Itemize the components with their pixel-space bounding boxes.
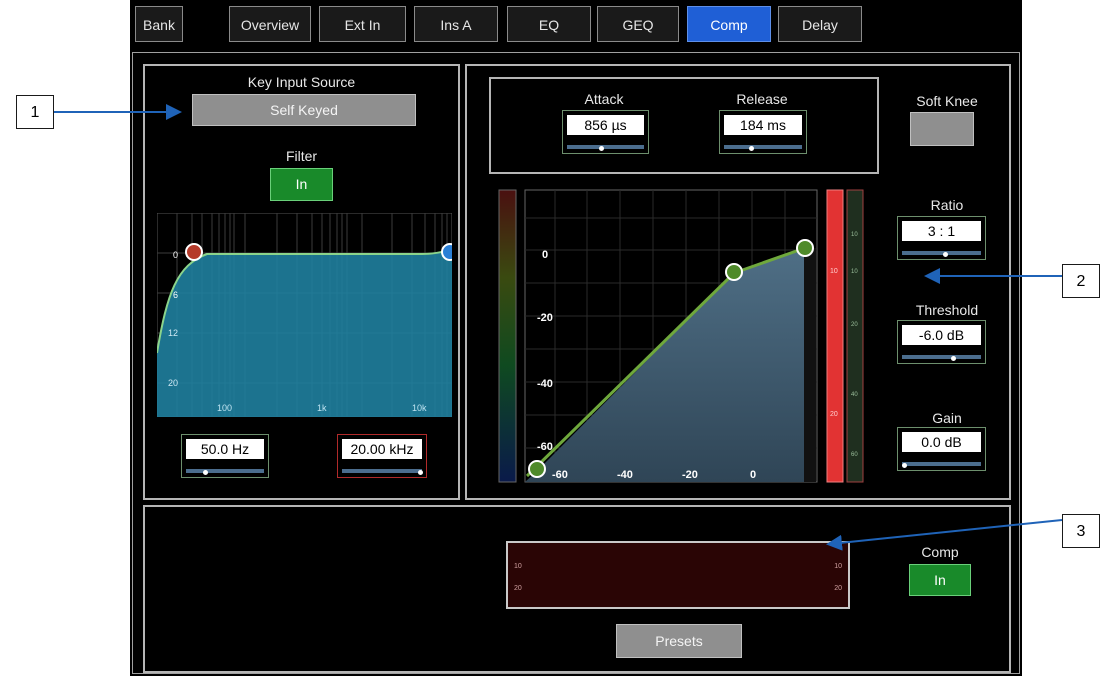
transfer-curve-graph: 0 -20 -40 -60 -60 -40 -20 0 10 20 10 10 …: [498, 189, 864, 483]
x-label-0: 0: [750, 469, 756, 481]
lpf-frequency-control[interactable]: 20.00 kHz: [337, 434, 427, 478]
soft-knee-label: Soft Knee: [916, 93, 978, 109]
gain-control[interactable]: 0.0 dB: [897, 427, 986, 471]
callout-1: 1: [16, 95, 54, 129]
out-meter-label-a: 10: [851, 232, 858, 238]
soft-knee-button[interactable]: [910, 112, 974, 146]
ratio-control[interactable]: 3 : 1: [897, 216, 986, 260]
filter-y-label-6: 6: [173, 290, 178, 300]
gr-meter-label-10: 10: [830, 268, 838, 275]
filter-y-label-0: 0: [173, 250, 178, 260]
input-meter: [498, 189, 517, 483]
tab-overview[interactable]: Overview: [229, 6, 311, 42]
gain-slider-thumb[interactable]: [901, 463, 907, 468]
key-input-label: Key Input Source: [247, 74, 356, 90]
tab-geq[interactable]: GEQ: [597, 6, 679, 42]
filter-y-label-20: 20: [168, 378, 178, 388]
hpf-frequency-value: 50.0 Hz: [186, 439, 264, 459]
out-meter-label-d: 40: [851, 392, 858, 398]
filter-x-label-1k: 1k: [317, 403, 327, 413]
gain-slider-track: [902, 462, 981, 466]
y-label-0: 0: [542, 249, 548, 261]
filter-label: Filter: [285, 148, 318, 164]
gain-reduction-meter-horizontal: 10 20 10 20: [506, 541, 850, 609]
callout-3: 3: [1062, 514, 1100, 548]
gain-value: 0.0 dB: [902, 432, 981, 452]
compressor-panel: Attack 856 µs Release 184 ms Soft Knee 0…: [465, 64, 1011, 500]
hpf-slider-track: [186, 469, 264, 473]
y-label-minus60: -60: [537, 441, 553, 453]
filter-response-graph: 0 6 12 20 100 1k 10k: [157, 213, 452, 417]
lpf-slider-thumb[interactable]: [417, 470, 423, 475]
tab-eq[interactable]: EQ: [507, 6, 591, 42]
ratio-slider-track: [902, 251, 981, 255]
presets-button[interactable]: Presets: [616, 624, 742, 658]
threshold-slider-thumb[interactable]: [950, 356, 956, 361]
attack-label: Attack: [584, 91, 624, 107]
tab-bank[interactable]: Bank: [135, 6, 183, 42]
x-label-minus40: -40: [617, 469, 633, 481]
gain-reduction-meter: [826, 189, 844, 483]
gain-label: Gain: [932, 410, 962, 426]
gr-h-label-right-10: 10: [834, 563, 842, 570]
lpf-handle: [441, 243, 452, 261]
comp-screen: Bank Overview Ext In Ins A EQ GEQ Comp D…: [130, 0, 1022, 676]
curve-start-point: [528, 460, 546, 478]
attack-control[interactable]: 856 µs: [562, 110, 649, 154]
curve-end-point: [796, 239, 814, 257]
gr-meter-label-20: 20: [830, 411, 838, 418]
filter-x-label-10k: 10k: [412, 403, 427, 413]
ratio-label: Ratio: [930, 197, 964, 213]
tab-ins-a[interactable]: Ins A: [414, 6, 498, 42]
gr-h-label-left-10: 10: [514, 563, 522, 570]
comp-in-button[interactable]: In: [909, 564, 971, 596]
out-meter-label-b: 10: [851, 269, 858, 275]
bottom-panel: 10 20 10 20 Comp In Presets: [143, 505, 1011, 673]
out-meter-label-c: 20: [851, 322, 858, 328]
tab-bar: Bank Overview Ext In Ins A EQ GEQ Comp D…: [130, 0, 1022, 48]
timing-box: Attack 856 µs Release 184 ms: [489, 77, 879, 174]
lpf-slider-track: [342, 469, 422, 473]
y-label-minus20: -20: [537, 312, 553, 324]
gr-h-label-right-20: 20: [834, 585, 842, 592]
comp-label: Comp: [921, 544, 959, 560]
ratio-slider-thumb[interactable]: [942, 252, 948, 257]
hpf-handle: [185, 243, 203, 261]
release-label: Release: [736, 91, 788, 107]
release-slider-track: [724, 145, 802, 149]
y-label-minus40: -40: [537, 378, 553, 390]
release-control[interactable]: 184 ms: [719, 110, 807, 154]
filter-y-label-12: 12: [168, 328, 178, 338]
callout-2: 2: [1062, 264, 1100, 298]
filter-x-label-100: 100: [217, 403, 232, 413]
tab-delay[interactable]: Delay: [778, 6, 862, 42]
x-label-minus60: -60: [552, 469, 568, 481]
threshold-control[interactable]: -6.0 dB: [897, 320, 986, 364]
gr-h-label-left-20: 20: [514, 585, 522, 592]
threshold-value: -6.0 dB: [902, 325, 981, 345]
release-slider-thumb[interactable]: [748, 146, 754, 151]
key-input-source-button[interactable]: Self Keyed: [192, 94, 416, 126]
tab-comp[interactable]: Comp: [687, 6, 771, 42]
threshold-point: [725, 263, 743, 281]
ratio-value: 3 : 1: [902, 221, 981, 241]
threshold-slider-track: [902, 355, 981, 359]
x-label-minus20: -20: [682, 469, 698, 481]
threshold-label: Threshold: [915, 302, 979, 318]
filter-curve-fill: [157, 251, 452, 417]
attack-slider-track: [567, 145, 644, 149]
hpf-frequency-control[interactable]: 50.0 Hz: [181, 434, 269, 478]
transfer-clip-band: [804, 248, 816, 482]
release-value: 184 ms: [724, 115, 802, 135]
lpf-frequency-value: 20.00 kHz: [342, 439, 422, 459]
attack-value: 856 µs: [567, 115, 644, 135]
out-meter-label-e: 60: [851, 452, 858, 458]
tab-ext-in[interactable]: Ext In: [319, 6, 406, 42]
hpf-slider-thumb[interactable]: [203, 470, 208, 475]
key-filter-panel: Key Input Source Self Keyed Filter In 0 …: [143, 64, 460, 500]
filter-in-button[interactable]: In: [270, 168, 333, 201]
attack-slider-thumb[interactable]: [599, 146, 605, 151]
